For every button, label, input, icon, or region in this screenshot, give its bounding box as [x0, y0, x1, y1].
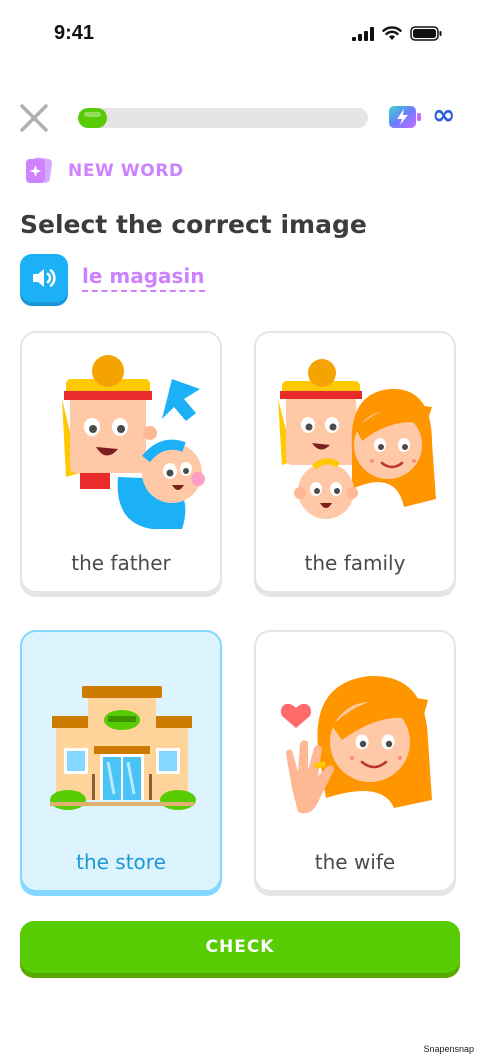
prompt-title: Select the correct image	[20, 210, 367, 239]
option-card-family[interactable]: the family	[254, 331, 456, 593]
lesson-screen: 9:41 ∞ NEW WORD Select the correct image…	[0, 0, 480, 1056]
watermark: Snapensnap	[423, 1044, 474, 1054]
option-card-father[interactable]: the father	[20, 331, 222, 593]
option-card-wife[interactable]: the wife	[254, 630, 456, 892]
option-card-store[interactable]: the store	[20, 630, 222, 892]
status-icons	[352, 26, 442, 41]
new-word-icon	[26, 157, 53, 183]
option-label: the store	[76, 850, 166, 874]
wifi-icon	[382, 26, 402, 40]
progress-bar	[78, 108, 368, 128]
family-illustration	[278, 359, 436, 519]
option-label: the wife	[314, 850, 396, 874]
check-button[interactable]: CHECK	[20, 921, 460, 973]
battery-icon	[410, 26, 442, 41]
lesson-header: ∞	[0, 96, 480, 140]
energy-indicator[interactable]: ∞	[388, 98, 456, 131]
signal-icon	[352, 26, 374, 41]
speaker-button[interactable]	[20, 254, 68, 302]
status-time: 9:41	[54, 22, 95, 44]
energy-value: ∞	[432, 98, 456, 131]
option-label: the family	[304, 551, 406, 575]
status-bar: 9:41	[0, 0, 480, 70]
target-word[interactable]: le magasin	[82, 264, 205, 292]
speaker-icon	[33, 269, 56, 287]
new-word-badge: NEW WORD	[24, 156, 184, 186]
option-label: the father	[71, 551, 171, 575]
new-word-label: NEW WORD	[68, 161, 184, 181]
store-illustration	[50, 686, 196, 810]
father-illustration	[62, 355, 205, 529]
wife-illustration	[280, 675, 432, 814]
energy-battery-icon	[389, 106, 421, 128]
progress-fill	[78, 108, 107, 128]
close-icon[interactable]	[18, 102, 50, 134]
